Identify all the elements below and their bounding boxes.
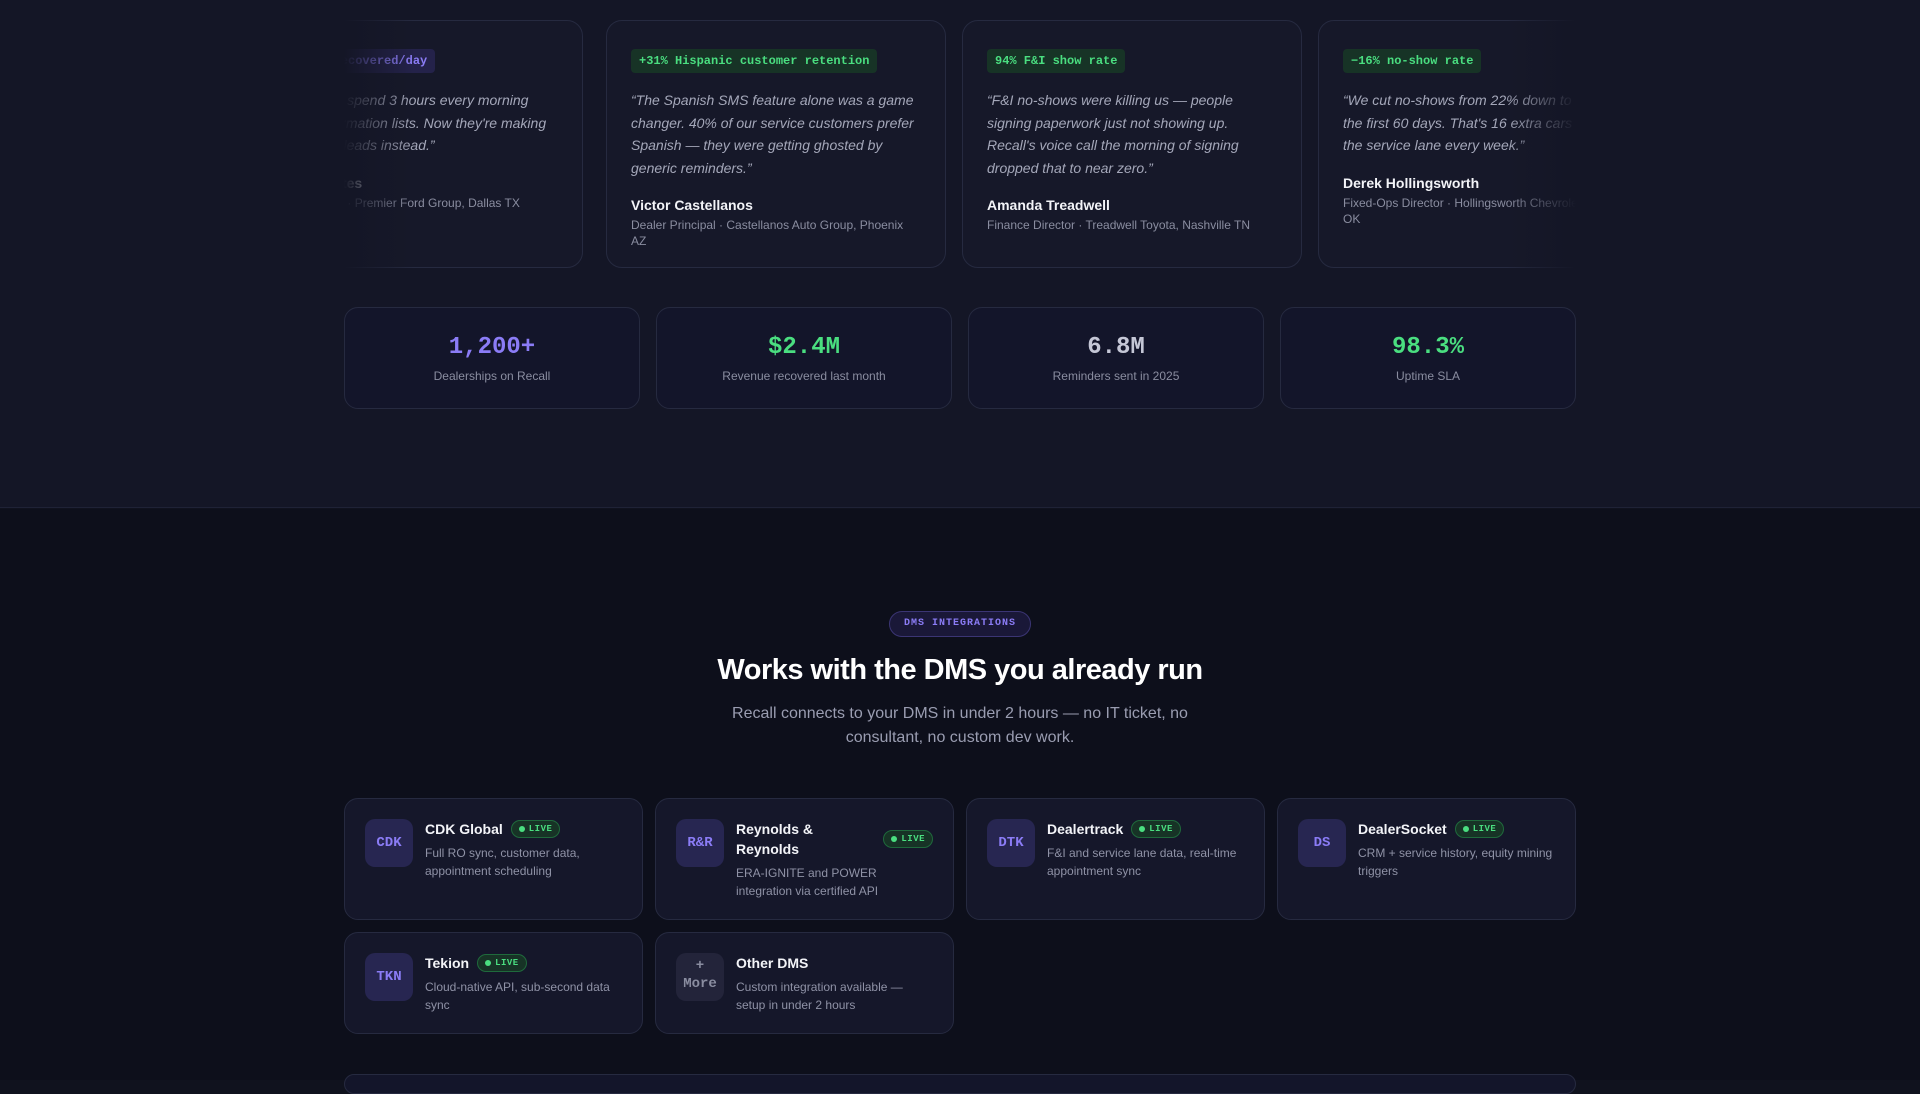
stat-value: 1,200+ (448, 334, 536, 361)
live-label: LIVE (495, 958, 519, 968)
integration-card-dealertrack[interactable]: DTK Dealertrack LIVE F&I and service lan… (966, 798, 1265, 920)
integration-description: Cloud-native API, sub-second data sync (425, 980, 610, 1012)
testimonial-card[interactable]: 94% F&I show rate “F&I no-shows were kil… (962, 20, 1302, 268)
live-badge: LIVE (477, 954, 527, 972)
integration-description: ERA-IGNITE and POWER integration via cer… (736, 866, 879, 898)
testimonial-quote: “The Spanish SMS feature alone was a gam… (631, 92, 914, 176)
stat-card: 6.8M Reminders sent in 2025 (968, 307, 1264, 409)
stat-card: 1,200+ Dealerships on Recall (344, 307, 640, 409)
testimonial-author: Victor Castellanos (631, 197, 753, 213)
testimonial-role: Dealer Principal · Castellanos Auto Grou… (631, 218, 904, 248)
integration-name: DealerSocket (1358, 821, 1447, 837)
integration-name: Reynolds & Reynolds (736, 821, 814, 857)
integration-description: Full RO sync, customer data, appointment… (425, 846, 580, 878)
tekion-logo: TKN (365, 953, 413, 1001)
testimonial-quote: “F&I no-shows were killing us — people s… (987, 92, 1239, 176)
result-badge: −16% no-show rate (1343, 49, 1482, 73)
integration-name: Dealertrack (1047, 821, 1124, 837)
live-badge: LIVE (1454, 820, 1505, 838)
integration-description: CRM + service history, equity mining tri… (1358, 846, 1553, 878)
status-dot-icon (1139, 826, 1146, 832)
live-label: LIVE (1149, 824, 1173, 834)
testimonial-role: BDC Manager · Premier Ford Group, Dallas… (344, 195, 520, 210)
section-title: Works with the DMS you already run (717, 654, 1203, 686)
testimonial-card[interactable]: +31% Hispanic customer retention “The Sp… (606, 20, 946, 268)
stat-label: Reminders sent in 2025 (1052, 369, 1180, 383)
testimonial-author: Maria Fuentes (344, 174, 363, 191)
status-dot-icon (891, 836, 898, 842)
integration-card-other-dms[interactable]: + More Other DMS Custom integration avai… (655, 932, 954, 1034)
stat-value: 98.3% (1391, 334, 1464, 361)
integration-name: CDK Global (425, 821, 503, 837)
live-badge: LIVE (1131, 820, 1181, 838)
live-label: LIVE (1472, 824, 1497, 834)
testimonial-role: Finance Director · Treadwell Toyota, Nas… (987, 218, 1250, 232)
cdk-logo: CDK (365, 819, 413, 867)
stat-label: Dealerships on Recall (433, 369, 551, 383)
dealertrack-logo: DTK (987, 819, 1035, 867)
reynolds-logo: R&R (676, 819, 724, 867)
result-badge: +31% Hispanic customer retention (631, 49, 878, 73)
stat-label: Revenue recovered last month (722, 369, 886, 383)
stat-value: 6.8M (1087, 334, 1145, 361)
integration-card-tekion[interactable]: TKN Tekion LIVE Cloud-native API, sub-se… (344, 932, 643, 1034)
integration-name: Tekion (425, 955, 470, 971)
integration-description: F&I and service lane data, real-time app… (1047, 846, 1237, 878)
integration-description: Custom integration available — setup in … (736, 980, 903, 1012)
live-label: LIVE (528, 824, 553, 834)
testimonial-author: Amanda Treadwell (987, 197, 1110, 213)
integration-card-cdk[interactable]: CDK CDK Global LIVE Full RO sync, custom… (344, 798, 643, 920)
testimonial-quote: “We used to spend 3 hours every morning … (344, 92, 547, 153)
live-label: LIVE (901, 834, 925, 844)
testimonial-quote: “We cut no-shows from 22% down to 6% in … (1343, 92, 1576, 153)
more-logo: + More (676, 953, 724, 1001)
integration-card-dealersocket[interactable]: DS DealerSocket LIVE CRM + service histo… (1277, 798, 1576, 920)
testimonial-author: Derek Hollingsworth (1343, 174, 1480, 191)
testimonial-card[interactable]: 3 hours recovered/day “We used to spend … (344, 20, 583, 268)
status-dot-icon (518, 826, 525, 832)
testimonial-carousel[interactable]: 3 hours recovered/day “We used to spend … (344, 20, 1576, 270)
status-dot-icon (1462, 826, 1469, 832)
integration-name: Other DMS (736, 955, 809, 971)
status-dot-icon (485, 960, 492, 966)
stat-label: Uptime SLA (1395, 369, 1461, 383)
live-badge: LIVE (883, 830, 933, 848)
stat-card: 98.3% Uptime SLA (1280, 307, 1576, 409)
integrations-section (0, 509, 1920, 1080)
next-section-card (344, 1074, 1576, 1094)
testimonial-card[interactable]: −16% no-show rate “We cut no-shows from … (1318, 20, 1576, 268)
section-subtitle: Recall connects to your DMS in under 2 h… (732, 705, 1188, 746)
testimonial-role: Fixed-Ops Director · Hollingsworth Chevr… (1343, 195, 1576, 226)
section-pill: DMS INTEGRATIONS (889, 611, 1031, 637)
stat-card: $2.4M Revenue recovered last month (656, 307, 952, 409)
dealersocket-logo: DS (1298, 819, 1346, 867)
integration-card-reynolds[interactable]: R&R Reynolds & Reynolds LIVE ERA-IGNITE … (655, 798, 954, 920)
stat-value: $2.4M (767, 334, 840, 361)
result-badge: 94% F&I show rate (987, 49, 1126, 73)
result-badge: 3 hours recovered/day (344, 49, 436, 73)
live-badge: LIVE (510, 820, 561, 838)
